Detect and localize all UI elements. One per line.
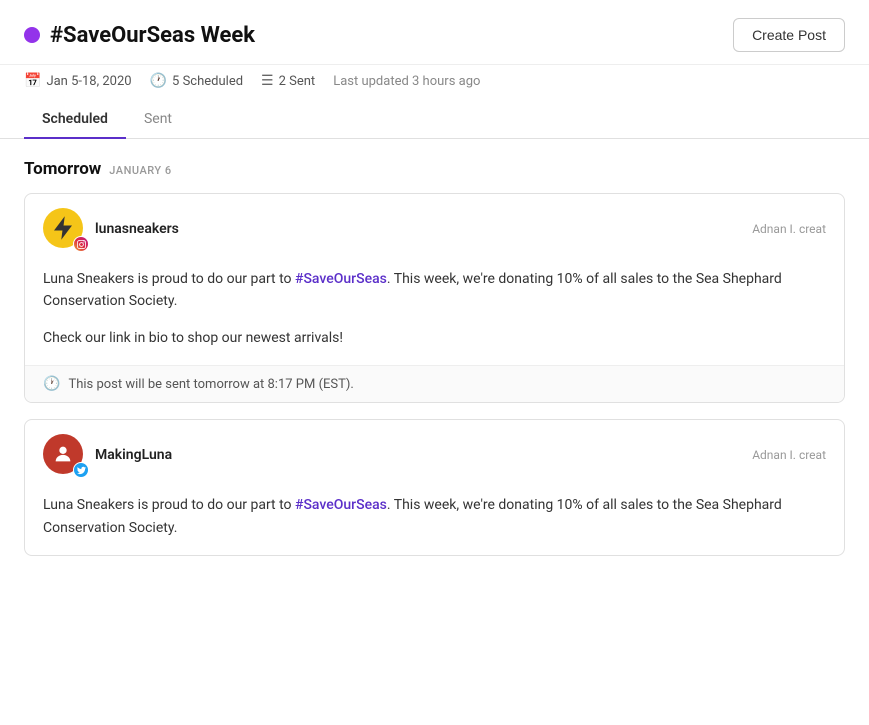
- instagram-badge: [73, 236, 89, 252]
- post-body-para-3: Luna Sneakers is proud to do our part to…: [43, 494, 826, 539]
- avatar-wrapper-2: [43, 434, 85, 476]
- page-title: #SaveOurSeas Week: [50, 23, 255, 48]
- post-card-2-header: MakingLuna Adnan I. creat: [25, 420, 844, 488]
- campaign-dot: [24, 27, 40, 43]
- tab-sent[interactable]: Sent: [126, 101, 190, 139]
- schedule-text-1: This post will be sent tomorrow at 8:17 …: [68, 377, 353, 392]
- scheduled-count-item: 🕐 5 Scheduled: [150, 73, 243, 89]
- account-name-2: MakingLuna: [95, 447, 172, 463]
- clock-footer-icon-1: 🕐: [43, 376, 60, 392]
- tab-scheduled[interactable]: Scheduled: [24, 101, 126, 139]
- post-card-2: MakingLuna Adnan I. creat Luna Sneakers …: [24, 419, 845, 556]
- post-body-para-2: Check our link in bio to shop our newest…: [43, 327, 826, 349]
- clock-meta-icon: 🕐: [150, 73, 167, 89]
- post-footer-1: 🕐 This post will be sent tomorrow at 8:1…: [25, 365, 844, 402]
- account-info-2: MakingLuna: [43, 434, 172, 476]
- avatar-wrapper-1: [43, 208, 85, 250]
- page-header: #SaveOurSeas Week Create Post: [0, 0, 869, 65]
- twitter-badge: [73, 462, 89, 478]
- account-info-1: lunasneakers: [43, 208, 179, 250]
- creator-text-2: Adnan I. creat: [752, 448, 826, 462]
- date-range-item: 📅 Jan 5-18, 2020: [24, 73, 132, 89]
- content-area: Tomorrow JANUARY 6 lun: [0, 139, 869, 592]
- post-body-1: Luna Sneakers is proud to do our part to…: [25, 262, 844, 365]
- list-icon: ☰: [261, 73, 274, 89]
- hashtag-2: #SaveOurSeas: [295, 497, 387, 513]
- scheduled-count: 5 Scheduled: [172, 74, 243, 89]
- meta-row: 📅 Jan 5-18, 2020 🕐 5 Scheduled ☰ 2 Sent …: [0, 65, 869, 101]
- sent-count-item: ☰ 2 Sent: [261, 73, 315, 89]
- day-header: Tomorrow JANUARY 6: [24, 159, 845, 179]
- date-label: JANUARY 6: [109, 164, 171, 177]
- date-range: Jan 5-18, 2020: [46, 74, 131, 89]
- post-body-para-1: Luna Sneakers is proud to do our part to…: [43, 268, 826, 313]
- post-card-1: lunasneakers Adnan I. creat Luna Sneaker…: [24, 193, 845, 403]
- post-card-1-header: lunasneakers Adnan I. creat: [25, 194, 844, 262]
- last-updated: Last updated 3 hours ago: [333, 74, 480, 89]
- sent-count: 2 Sent: [279, 74, 316, 89]
- calendar-icon: 📅: [24, 73, 41, 89]
- post-body-2: Luna Sneakers is proud to do our part to…: [25, 488, 844, 555]
- tabs-row: Scheduled Sent: [0, 101, 869, 139]
- creator-text-1: Adnan I. creat: [752, 222, 826, 236]
- hashtag-1: #SaveOurSeas: [295, 271, 387, 287]
- create-post-button[interactable]: Create Post: [733, 18, 845, 52]
- account-name-1: lunasneakers: [95, 221, 179, 237]
- day-label: Tomorrow: [24, 159, 101, 179]
- title-section: #SaveOurSeas Week: [24, 23, 255, 48]
